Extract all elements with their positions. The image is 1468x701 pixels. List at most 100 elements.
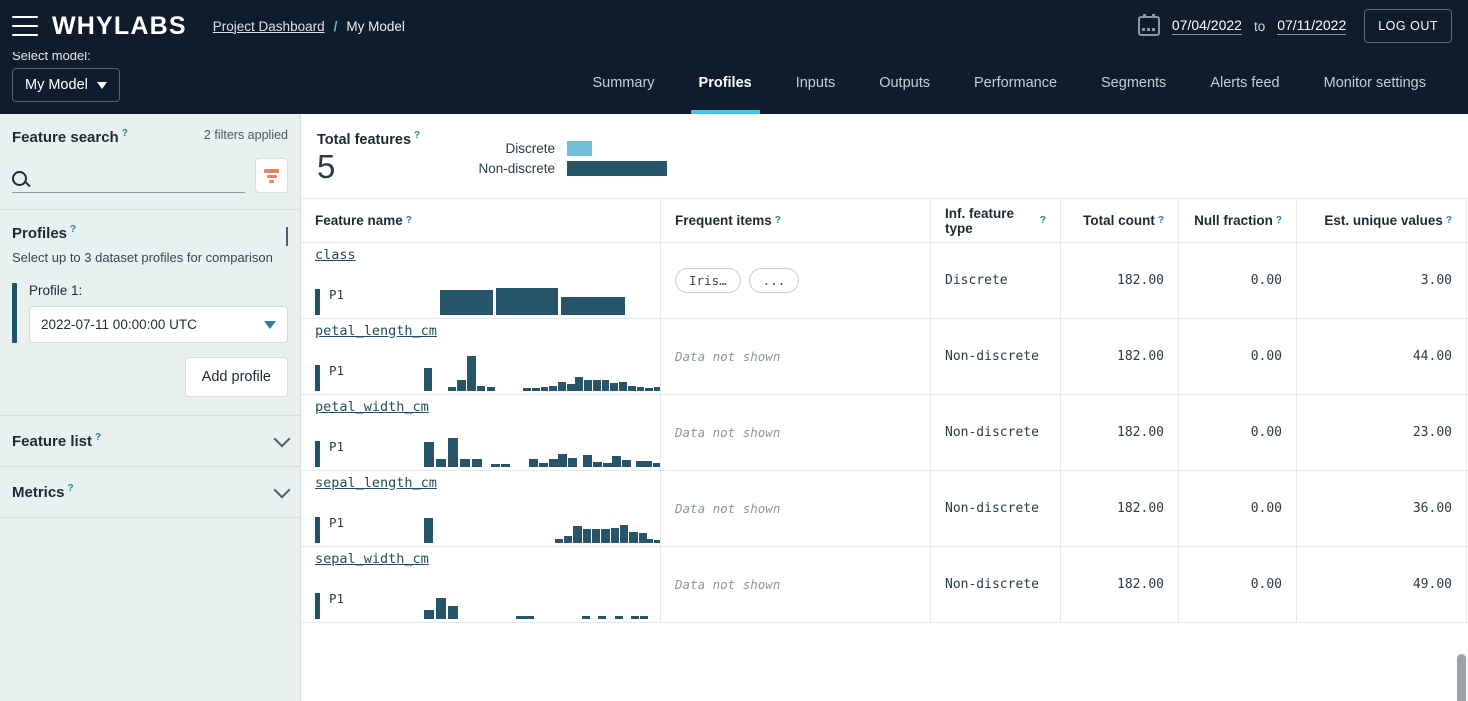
feature-name-link[interactable]: sepal_width_cm (315, 551, 429, 567)
histogram-bar (581, 615, 590, 619)
sidebar-item-metrics[interactable]: Metrics? (0, 467, 300, 517)
date-range-controls: 07/04/2022 to 07/11/2022 LOG OUT (1137, 9, 1452, 43)
histogram-bar (563, 536, 573, 543)
histogram-bar (575, 377, 584, 391)
nav-tab-outputs[interactable]: Outputs (857, 52, 952, 114)
feature-type-bar-row: Discrete (422, 140, 667, 156)
expand-feature-list-icon[interactable] (273, 430, 291, 447)
cell-feature-name: class P1 (301, 243, 661, 318)
nav-tab-inputs[interactable]: Inputs (774, 52, 858, 114)
feature-name-link[interactable]: petal_width_cm (315, 399, 429, 415)
help-icon[interactable]: ? (414, 130, 420, 141)
help-icon[interactable]: ? (95, 432, 101, 443)
nav-tab-label: Monitor settings (1323, 75, 1426, 91)
histogram-bar (645, 387, 654, 391)
help-icon[interactable]: ? (68, 483, 74, 494)
sidebar-item-feature-list[interactable]: Feature list? (0, 416, 300, 466)
histogram-bar (592, 461, 602, 467)
column-header-feature-name: Feature name? (301, 199, 661, 242)
histogram-bar (549, 385, 558, 391)
nav-tab-monitor-settings[interactable]: Monitor settings (1302, 52, 1448, 114)
histogram-bar (584, 380, 592, 391)
histogram (359, 275, 660, 315)
cell-total-count: 182.00 (1061, 395, 1179, 470)
expand-metrics-icon[interactable] (273, 481, 291, 498)
cell-frequent-items: Data not shown (661, 319, 931, 394)
histogram-bar (423, 609, 435, 619)
histogram-bar (515, 615, 525, 619)
model-selector-dropdown[interactable]: My Model (12, 68, 120, 102)
sidebar: Feature search? 2 filters applied Profil… (0, 114, 301, 701)
histogram-bar (554, 539, 564, 543)
column-header-label: Feature name (315, 213, 403, 228)
profile-color-marker (315, 364, 320, 391)
feature-name-link[interactable]: petal_length_cm (315, 323, 437, 339)
cell-est-unique-values: 23.00 (1297, 395, 1467, 470)
nav-tab-label: Profiles (698, 75, 752, 91)
breadcrumb-project-dashboard[interactable]: Project Dashboard (213, 19, 325, 34)
search-field-wrapper (12, 170, 245, 193)
feature-name-link[interactable]: sepal_length_cm (315, 475, 437, 491)
menu-icon[interactable] (12, 16, 38, 36)
help-icon[interactable]: ? (1158, 215, 1164, 226)
profile-color-marker (315, 592, 320, 619)
histogram-bar (495, 288, 558, 315)
help-icon[interactable]: ? (1040, 215, 1046, 226)
cell-null-fraction: 0.00 (1179, 395, 1297, 470)
filter-button[interactable] (255, 158, 288, 193)
date-range-start[interactable]: 07/04/2022 (1171, 17, 1242, 35)
histogram-bar (423, 517, 433, 543)
histogram (359, 351, 660, 391)
histogram-bar (653, 387, 660, 391)
calendar-icon[interactable] (1137, 14, 1160, 36)
frequent-item-chip[interactable]: ... (748, 268, 800, 293)
help-icon[interactable]: ? (406, 215, 412, 226)
feature-name-link[interactable]: class (315, 247, 356, 263)
cell-null-fraction: 0.00 (1179, 471, 1297, 546)
cell-total-count: 182.00 (1061, 243, 1179, 318)
breadcrumb: Project Dashboard / My Model (213, 19, 405, 34)
collapse-profiles-icon[interactable] (286, 227, 288, 246)
feature-type-bar-row: Non-discrete (422, 160, 667, 176)
search-input[interactable] (35, 170, 245, 186)
nav-tab-performance[interactable]: Performance (952, 52, 1079, 114)
histogram-bar (646, 538, 654, 543)
table-row: class P1 Iris…... Discrete 182.00 0.00 3.00 (301, 243, 1468, 319)
histogram-bar (621, 460, 631, 467)
cell-est-unique-values: 44.00 (1297, 319, 1467, 394)
add-profile-button[interactable]: Add profile (184, 357, 288, 397)
nav-tab-alerts-feed[interactable]: Alerts feed (1188, 52, 1301, 114)
histogram-bar (619, 524, 629, 543)
vertical-scrollbar-thumb[interactable] (1457, 654, 1466, 701)
help-icon[interactable]: ? (122, 128, 128, 139)
nav-tab-segments[interactable]: Segments (1079, 52, 1188, 114)
histogram-bar (582, 529, 592, 543)
page-body: Feature search? 2 filters applied Profil… (0, 114, 1468, 701)
search-icon (12, 170, 27, 186)
profile-color-marker (315, 440, 320, 467)
help-icon[interactable]: ? (70, 224, 76, 235)
sidebar-filler (0, 518, 300, 701)
date-range-end[interactable]: 07/11/2022 (1277, 17, 1347, 35)
histogram-bar (440, 289, 493, 315)
profile-1-select[interactable]: 2022-07-11 00:00:00 UTC (29, 306, 288, 343)
no-data-text: Data not shown (675, 349, 781, 364)
whylabs-logo: WHYLABS (52, 11, 187, 40)
profile-1-value: 2022-07-11 00:00:00 UTC (41, 317, 197, 332)
frequent-item-chip[interactable]: Iris… (675, 268, 741, 293)
nav-tab-summary[interactable]: Summary (570, 52, 676, 114)
histogram-bar (447, 386, 457, 391)
help-icon[interactable]: ? (775, 215, 781, 226)
histogram-bar (619, 381, 627, 391)
table-header-row: Feature name? Frequent items? Inf. feature… (301, 199, 1468, 243)
feature-list-label: Feature list (12, 433, 93, 450)
histogram-bar (601, 529, 610, 543)
nav-tab-profiles[interactable]: Profiles (677, 52, 774, 114)
cell-total-count: 182.00 (1061, 319, 1179, 394)
cell-inf-feature-type: Non-discrete (931, 471, 1061, 546)
help-icon[interactable]: ? (1276, 215, 1282, 226)
breadcrumb-current: My Model (346, 18, 405, 34)
logout-button[interactable]: LOG OUT (1364, 9, 1452, 43)
features-table: Feature name? Frequent items? Inf. feature… (301, 199, 1468, 701)
help-icon[interactable]: ? (1446, 215, 1452, 226)
